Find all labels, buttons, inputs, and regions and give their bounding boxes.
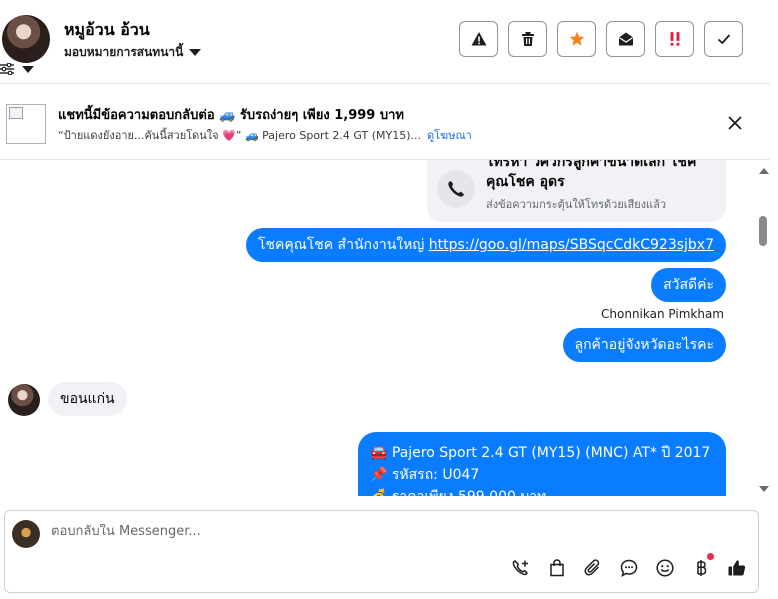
shop-button[interactable] [546, 557, 568, 579]
filter-dropdown[interactable] [0, 63, 34, 75]
page-avatar [12, 520, 40, 548]
contact-avatar[interactable] [2, 15, 50, 63]
car-model-line: 🚘 Pajero Sport 2.4 GT (MY15) (MNC) AT* ป… [370, 445, 711, 461]
payment-button[interactable] [690, 553, 714, 579]
outgoing-message-question: ลูกค้าอยู่จังหวัดอะไรคะ [562, 328, 726, 362]
banner-subtitle-text: “ป้ายแดงยังอาย...คันนี้สวยโดนใจ 💗” 🚙 Paj… [58, 129, 421, 142]
office-text: โชคคุณโชค สำนักงานใหญ่ [257, 237, 429, 253]
star-button[interactable] [557, 21, 596, 57]
close-icon[interactable] [725, 113, 745, 133]
scroll-up-arrow[interactable] [759, 168, 769, 174]
thumbs-up-icon [728, 560, 746, 576]
ad-thumbnail [6, 104, 46, 144]
baht-icon [697, 560, 707, 576]
mark-spam-button[interactable] [459, 21, 498, 57]
contact-avatar-small [8, 384, 40, 416]
emoji-icon [656, 559, 674, 577]
call-plus-button[interactable] [510, 557, 532, 579]
conversation-actions [459, 21, 743, 57]
reply-input[interactable] [51, 524, 651, 539]
chevron-down-icon [22, 65, 34, 73]
ad-reply-banner: แชทนี้มีข้อความตอบกลับต่อ 🚙 รับรถง่ายๆ เ… [0, 96, 770, 160]
notification-dot [707, 553, 714, 560]
phone-icon [437, 170, 475, 208]
message-thread[interactable]: โทรหา วิศวกรลูกค้าขนาดเล็ก โชคคุณโชค อุด… [0, 160, 756, 496]
mark-unread-button[interactable] [606, 21, 645, 57]
trash-icon [521, 32, 534, 46]
banner-subtitle: “ป้ายแดงยังอาย...คันนี้สวยโดนใจ 💗” 🚙 Paj… [58, 126, 472, 144]
like-button[interactable] [726, 557, 748, 579]
reply-composer [4, 510, 759, 593]
warning-icon [471, 32, 486, 46]
car-price-line: 💰 ราคาเพียง 599,000 บาท [370, 486, 714, 496]
banner-title: แชทนี้มีข้อความตอบกลับต่อ 🚙 รับรถง่ายๆ เ… [58, 108, 404, 123]
sender-name: Chonnikan Pimkham [601, 307, 724, 321]
shopping-bag-icon [550, 559, 564, 577]
mark-urgent-button[interactable] [655, 21, 694, 57]
call-plus-icon [512, 560, 528, 576]
scroll-down-arrow[interactable] [759, 486, 769, 492]
urgent-icon [670, 32, 679, 46]
star-icon [569, 31, 584, 46]
maps-link[interactable]: https://goo.gl/maps/SBSqcCdkC923sjbx7 [429, 237, 714, 253]
saved-reply-button[interactable] [618, 557, 640, 579]
envelope-open-icon [618, 32, 633, 46]
call-request-card: โทรหา วิศวกรลูกค้าขนาดเล็ก โชคคุณโชค อุด… [427, 160, 726, 222]
assign-label: มอบหมายการสนทนานี้ [64, 45, 184, 59]
attach-button[interactable] [582, 557, 604, 579]
call-card-title: โทรหา วิศวกรลูกค้าขนาดเล็ก โชคคุณโชค อุด… [486, 160, 697, 190]
sliders-icon [0, 63, 14, 75]
emoji-button[interactable] [654, 557, 676, 579]
contact-name[interactable]: หมูอ้วน อ้วน [64, 18, 150, 43]
composer-toolbar [510, 553, 748, 579]
car-code-line: 📌 รหัสรถ: U047 [370, 467, 480, 483]
chevron-down-icon [189, 49, 202, 56]
delete-button[interactable] [508, 21, 547, 57]
conversation-header: หมูอ้วน อ้วน มอบหมายการสนทนานี้ [0, 0, 770, 84]
view-ad-link[interactable]: ดูโฆษณา [427, 129, 472, 142]
mark-done-button[interactable] [704, 21, 743, 57]
outgoing-message-car-listing: 🚘 Pajero Sport 2.4 GT (MY15) (MNC) AT* ป… [358, 432, 726, 496]
outgoing-message-office: โชคคุณโชค สำนักงานใหญ่ https://goo.gl/ma… [245, 228, 726, 262]
assign-dropdown[interactable]: มอบหมายการสนทนานี้ [64, 43, 202, 62]
scrollbar-thumb[interactable] [759, 216, 767, 246]
saved-reply-icon [620, 559, 638, 577]
incoming-message: ขอนแก่น [48, 382, 127, 416]
inbox-conversation: หมูอ้วน อ้วน มอบหมายการสนทนานี้ แชทนี้มี… [0, 0, 778, 599]
check-icon [717, 34, 730, 45]
paperclip-icon [584, 559, 600, 576]
outgoing-message-greeting: สวัสดีค่ะ [651, 268, 726, 302]
call-card-subtitle: ส่งข้อความกระตุ้นให้โทรด้วยเสียงแล้ว [486, 198, 667, 211]
